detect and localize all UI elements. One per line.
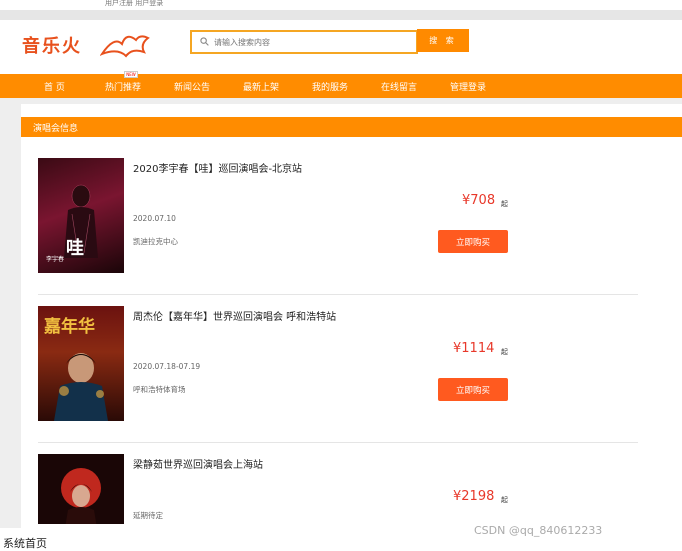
poster-art xyxy=(61,468,101,524)
concert-title[interactable]: 周杰伦【嘉年华】世界巡回演唱会 呼和浩特站 xyxy=(133,308,336,323)
search-box xyxy=(190,30,418,54)
logo-text: 音乐火 xyxy=(22,36,82,57)
top-bar: 用户注册 用户登录 xyxy=(0,0,682,10)
search-icon xyxy=(200,37,209,46)
card-divider xyxy=(38,294,638,295)
concert-price: ¥1114 xyxy=(453,341,495,356)
concert-price: ¥2198 xyxy=(453,489,495,504)
concert-card: 哇 李宇春 2020李宇春【哇】巡回演唱会-北京站 2020.07.10 凯迪拉… xyxy=(21,150,641,297)
concert-poster[interactable]: 嘉年华 xyxy=(38,306,124,421)
concert-title[interactable]: 梁静茹世界巡回演唱会上海站 xyxy=(133,456,263,471)
concert-price: ¥708 xyxy=(462,193,496,208)
concert-card: 梁静茹世界巡回演唱会上海站 ¥2198 起 延期待定 xyxy=(21,446,641,524)
poster-headline: 嘉年华 xyxy=(44,317,95,337)
concert-date: 2020.07.18-07.19 xyxy=(133,362,201,371)
buy-button[interactable]: 立即购买 xyxy=(438,230,508,253)
price-suffix: 起 xyxy=(501,496,508,504)
price-suffix: 起 xyxy=(501,200,508,208)
card-divider xyxy=(38,442,638,443)
nav-item-home[interactable]: 首 页 xyxy=(44,80,65,93)
concert-date: 2020.07.10 xyxy=(133,214,176,223)
user-links[interactable]: 用户注册 用户登录 xyxy=(105,0,163,8)
concert-title[interactable]: 2020李宇春【哇】巡回演唱会-北京站 xyxy=(133,160,302,175)
figure-caption: 系统首页 xyxy=(3,537,47,550)
section-header: 演唱会信息 xyxy=(21,117,682,137)
concert-venue: 呼和浩特体育场 xyxy=(133,385,186,394)
search-input[interactable] xyxy=(214,32,404,52)
price-suffix: 起 xyxy=(501,348,508,356)
flame-logo-icon xyxy=(100,35,150,58)
concert-poster[interactable] xyxy=(38,454,124,524)
buy-button[interactable]: 立即购买 xyxy=(438,378,508,401)
nav-item-admin-login[interactable]: 管理登录 xyxy=(450,80,486,93)
top-divider-band xyxy=(0,10,682,20)
nav-item-news[interactable]: 新闻公告 xyxy=(174,80,210,93)
search-button[interactable]: 搜 索 xyxy=(417,29,469,52)
concert-poster[interactable]: 哇 李宇春 xyxy=(38,158,124,273)
nav-item-hot[interactable]: 热门推荐 xyxy=(105,80,141,93)
nav-item-services[interactable]: 我的服务 xyxy=(312,80,348,93)
main-nav: 首 页 热门推荐 NEW 新闻公告 最新上架 我的服务 在线留言 管理登录 xyxy=(0,71,682,98)
concert-card: 嘉年华 周杰伦【嘉年华】世界巡回演唱会 呼和浩特站 2020.07.18-07.… xyxy=(21,298,641,445)
poster-headline: 哇 xyxy=(66,238,84,259)
concert-date: 延期待定 xyxy=(133,511,163,520)
new-badge: NEW xyxy=(124,71,138,78)
nav-item-messages[interactable]: 在线留言 xyxy=(381,80,417,93)
concert-venue: 凯迪拉克中心 xyxy=(133,237,178,246)
section-title: 演唱会信息 xyxy=(33,124,79,134)
nav-item-latest[interactable]: 最新上架 xyxy=(243,80,279,93)
csdn-watermark: CSDN @qq_840612233 xyxy=(474,524,603,537)
site-logo[interactable]: 音乐火 xyxy=(22,28,152,60)
poster-caption: 李宇春 xyxy=(46,256,65,263)
